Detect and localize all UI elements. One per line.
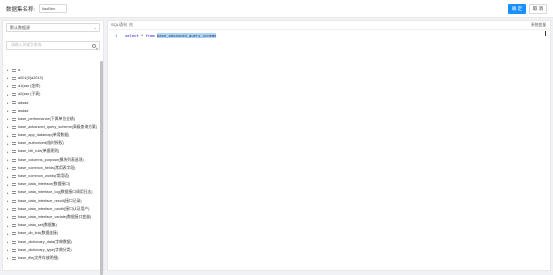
editor-header: SQL语句 格 系统变量 xyxy=(108,21,550,30)
table-tree-item-label: a1(sss (金库) xyxy=(18,83,41,88)
table-icon xyxy=(12,256,16,260)
line-number: 1 xyxy=(115,33,118,38)
code-star: * xyxy=(138,33,146,38)
table-tree-item-label: base_data_set(数据集) xyxy=(18,223,57,228)
table-tree-item-label: a xyxy=(18,68,21,73)
table-tree-item-label: base_performance(下属单位业绩) xyxy=(18,116,75,121)
header-actions: 确 定 取 消 xyxy=(508,4,547,14)
table-tree-item-label: base_dictionary_type(字典分类) xyxy=(18,247,72,252)
table-tree-item-label: base_db_link(数据连接) xyxy=(18,231,59,236)
sql-editor-panel: SQL语句 格 系统变量 1 select * from base_advanc… xyxy=(107,20,551,271)
table-tree-item-label: base_data_interface_oauth(接口认证用户) xyxy=(18,206,90,211)
table-tree-item[interactable]: ▸ base_dictionary_data(字典数据) xyxy=(7,238,97,246)
search-icon[interactable] xyxy=(92,43,96,48)
table-icon xyxy=(12,93,16,97)
table-icon xyxy=(12,166,16,170)
table-tree-item[interactable]: ▸ base_common_words(常用语) xyxy=(7,172,97,180)
table-icon xyxy=(11,125,16,129)
table-tree-item-label: base_common_words(常用语) xyxy=(18,174,70,179)
table-tree-item[interactable]: ▸ base_data_interface(数据接口) xyxy=(7,181,97,189)
table-tree-item[interactable]: ▸ base_data_interface_result(接口记录) xyxy=(7,197,97,205)
table-tree-item[interactable]: ▸ base_file(文件存放明细) xyxy=(7,254,97,262)
format-button[interactable]: 格 xyxy=(129,23,133,28)
table-icon xyxy=(12,240,16,244)
table-icon xyxy=(12,207,16,211)
database-select[interactable]: 默认数据源 ⌄ xyxy=(6,23,100,32)
code-line[interactable]: 1 select * from base_advanced_query_sche… xyxy=(115,33,217,38)
code-table-name: base_advanced_query_scheme xyxy=(157,33,217,38)
table-tree-item[interactable]: ▸ base_data_set(数据集) xyxy=(7,222,97,230)
code-keyword-from: from xyxy=(145,33,155,38)
confirm-button[interactable]: 确 定 xyxy=(508,4,526,14)
table-tree-item-label: a2(sss (子表) xyxy=(18,92,41,97)
table-icon xyxy=(12,101,16,105)
table-tree-item[interactable]: ▸ base_columns_purpose(模块列表选项) xyxy=(7,156,97,164)
table-tree-item-label: base_data_interface(数据接口) xyxy=(18,182,71,187)
table-icon xyxy=(12,183,16,187)
table-tree-item[interactable]: ▸ base_authorized(临时授权) xyxy=(7,140,97,148)
table-icon xyxy=(12,158,16,162)
tree-scrollbar[interactable] xyxy=(100,61,103,275)
table-tree-item[interactable]: ▸ a xyxy=(7,66,97,74)
table-tree-item-label: a001(0)a2013) xyxy=(18,76,43,81)
table-tree-item-label: base_file(文件存放明细) xyxy=(18,255,59,260)
table-tree-item-label: base_authorized(临时授权) xyxy=(18,141,64,146)
table-icon xyxy=(12,117,16,121)
table-icon xyxy=(12,109,16,113)
table-tree-item[interactable]: ▸ a001(0)a2013) xyxy=(7,74,97,82)
table-tree-item[interactable]: ▸ base_bill_rule(单据规则) xyxy=(7,148,97,156)
table-tree-item-label: base_data_interface_log(数据接口调用日志) xyxy=(18,190,93,195)
table-tree-item-label: asdad xyxy=(18,109,29,114)
table-tree-item-label: base_common_fields(常用表字段) xyxy=(18,165,76,170)
table-tree-item[interactable]: ▸ base_db_link(数据连接) xyxy=(7,230,97,238)
table-tree: ▸ a ▸ a001(0)a2013) ▸ a1(sss (金库) ▸ a2(sss (子表)… xyxy=(7,66,97,263)
table-tree-item-label: base_data_interface_result(接口记录) xyxy=(18,198,82,203)
chevron-down-icon: ⌄ xyxy=(93,25,97,30)
table-tree-item-label: base_dictionary_data(字典数据) xyxy=(18,239,72,244)
table-tree-item[interactable]: ▸ base_dictionary_type(字典分类) xyxy=(7,246,97,254)
table-tree-item[interactable]: ▸ base_performance(下属单位业绩) xyxy=(7,115,97,123)
system-variables-dropdown[interactable]: 系统变量 xyxy=(531,23,546,28)
table-icon xyxy=(12,142,16,146)
table-tree-item[interactable]: ▸ a2(sss (子表) xyxy=(7,91,97,99)
table-tree-item-label: base_app_datamap(单用数据) xyxy=(18,133,70,138)
table-tree-item-label: base_advanced_query_scheme(高级查询方案) xyxy=(17,124,97,129)
table-tree-item[interactable]: ▸ base_data_interface_variate(数据接口变量) xyxy=(7,213,97,221)
table-tree-item-label: adsad xyxy=(18,100,29,105)
table-icon xyxy=(12,175,16,179)
table-tree-item[interactable]: ▸ base_common_fields(常用表字段) xyxy=(7,164,97,172)
table-tree-item[interactable]: ▸ asdad xyxy=(7,107,97,115)
dataset-name-input[interactable]: liaoBen xyxy=(39,4,68,13)
table-icon xyxy=(12,150,16,154)
table-icon xyxy=(12,84,16,88)
cancel-button[interactable]: 取 消 xyxy=(529,4,547,14)
editor-title: SQL语句 xyxy=(111,22,128,27)
search-placeholder: 请输入关键字查询 xyxy=(11,43,42,47)
table-icon xyxy=(12,134,16,138)
table-tree-item[interactable]: ▸ base_app_datamap(单用数据) xyxy=(7,132,97,140)
table-browser-panel: 默认数据源 ⌄ 请输入关键字查询 ▸ a ▸ a001(0)a2013) ▸ a1(sss… xyxy=(2,20,104,275)
editor-scroll-marker xyxy=(544,31,546,36)
table-tree-item[interactable]: ▸ base_advanced_query_scheme(高级查询方案) xyxy=(7,123,97,131)
table-icon xyxy=(12,191,16,195)
top-bar: 数据集名称: liaoBen 确 定 取 消 xyxy=(0,0,553,18)
table-tree-item[interactable]: ▸ base_data_interface_log(数据接口调用日志) xyxy=(7,189,97,197)
table-icon xyxy=(12,232,16,236)
table-icon xyxy=(12,224,16,228)
database-select-value: 默认数据源 xyxy=(10,24,30,30)
table-icon xyxy=(12,199,16,203)
table-tree-item[interactable]: ▸ a1(sss (金库) xyxy=(7,82,97,90)
code-keyword-select: select xyxy=(125,33,139,38)
table-icon xyxy=(12,68,16,72)
table-icon xyxy=(12,215,16,219)
table-tree-item[interactable]: ▸ adsad xyxy=(7,99,97,107)
table-tree-item-label: base_data_interface_variate(数据接口变量) xyxy=(18,214,92,219)
table-tree-item-label: base_bill_rule(单据规则) xyxy=(18,149,60,154)
table-tree-item-label: base_columns_purpose(模块列表选项) xyxy=(18,157,84,162)
dataset-name-label: 数据集名称: xyxy=(6,6,36,13)
table-search-input[interactable]: 请输入关键字查询 xyxy=(6,41,100,50)
table-icon xyxy=(12,76,16,80)
table-icon xyxy=(12,248,16,252)
table-tree-item[interactable]: ▸ base_data_interface_oauth(接口认证用户) xyxy=(7,205,97,213)
